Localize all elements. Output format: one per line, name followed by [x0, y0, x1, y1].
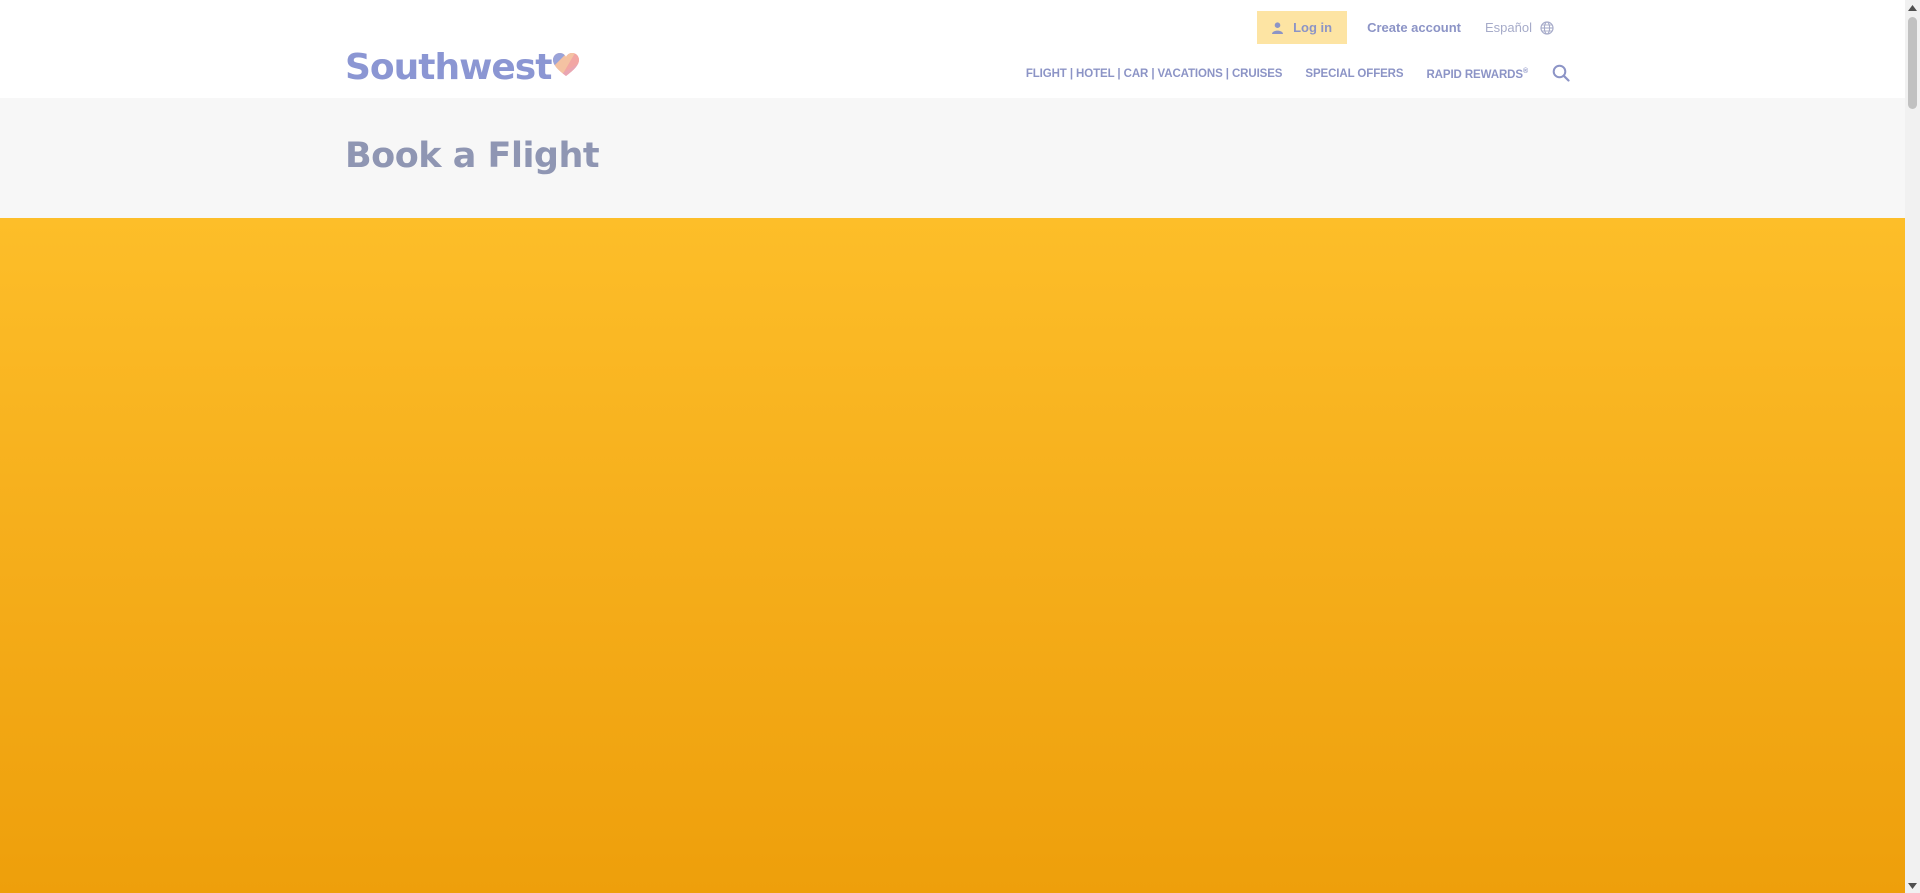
nav-rapid-rewards[interactable]: RAPID REWARDS® [1426, 68, 1528, 81]
nav-special-offers[interactable]: SPECIAL OFFERS [1305, 68, 1403, 80]
page: Log in Create account Español Southwest [0, 0, 1905, 893]
main-nav: FLIGHT | HOTEL | CAR | VACATIONS | CRUIS… [1026, 64, 1570, 82]
page-title-band: Book a Flight [0, 98, 1905, 218]
scroll-down-arrow-icon[interactable] [1905, 878, 1920, 893]
scroll-thumb[interactable] [1908, 17, 1917, 109]
page-title: Book a Flight [345, 136, 600, 176]
nav-rapid-rewards-label: RAPID REWARDS [1426, 68, 1523, 81]
utility-bar: Log in Create account Español [1257, 11, 1554, 44]
user-icon [1272, 21, 1284, 34]
southwest-logo[interactable]: Southwest [345, 47, 580, 88]
site-header: Log in Create account Español Southwest [0, 0, 1905, 98]
registered-mark: ® [1522, 67, 1528, 75]
logo-text: Southwest [345, 47, 552, 88]
language-label: Español [1485, 20, 1532, 35]
login-button[interactable]: Log in [1257, 11, 1348, 44]
booking-hero [0, 218, 1905, 893]
language-toggle[interactable]: Español [1485, 20, 1554, 35]
search-icon[interactable] [1552, 64, 1570, 82]
nav-booking[interactable]: FLIGHT | HOTEL | CAR | VACATIONS | CRUIS… [1026, 68, 1283, 80]
scroll-up-arrow-icon[interactable] [1905, 0, 1920, 15]
login-label: Log in [1293, 20, 1333, 35]
heart-icon [553, 53, 580, 77]
create-account-link[interactable]: Create account [1367, 20, 1461, 35]
globe-icon [1540, 20, 1554, 35]
scrollbar[interactable] [1905, 0, 1920, 893]
